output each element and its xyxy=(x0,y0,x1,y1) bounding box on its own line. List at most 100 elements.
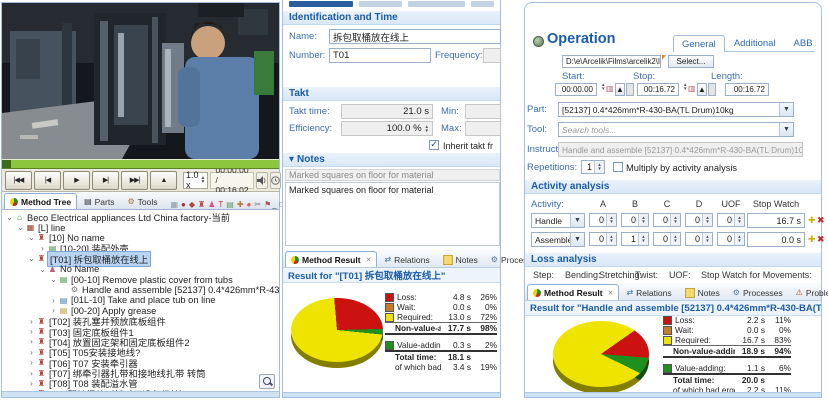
right-tab-relations[interactable]: ⇄Relations xyxy=(620,284,677,300)
expander-icon[interactable]: › xyxy=(27,369,36,378)
stop-time-field[interactable]: 00:16.72 xyxy=(637,83,679,96)
zoom-button[interactable] xyxy=(259,374,275,389)
collapse-icon[interactable]: ▾ xyxy=(289,154,294,165)
expander-icon[interactable]: › xyxy=(27,348,36,357)
tree-row[interactable]: ›♜[T05] T05安装接地线? xyxy=(2,347,279,357)
expander-icon[interactable]: › xyxy=(27,379,36,388)
activity-spinner[interactable]: 0▲▼ xyxy=(685,232,713,246)
tree-row[interactable]: ⌄▤[00-10] Remove plastic cover from tubs xyxy=(2,274,279,284)
expander-icon[interactable]: ⌄ xyxy=(38,265,47,274)
efficiency-spinner[interactable]: ▲▼ xyxy=(425,125,429,133)
close-icon[interactable]: ✕ xyxy=(366,256,372,264)
expander-icon[interactable]: › xyxy=(27,389,36,391)
activity-spinner[interactable]: 1▲▼ xyxy=(621,232,649,246)
part-combo[interactable]: [52137] 0.4*426mm*R-430-BA(TL Drum)10kg▼ xyxy=(558,102,794,117)
skip-to-end-button[interactable]: ▶▶| xyxy=(121,171,148,190)
expander-icon[interactable]: › xyxy=(27,337,36,346)
expander-icon[interactable]: ⌄ xyxy=(27,254,36,263)
stopwatch-field[interactable]: 0.0 s xyxy=(747,232,805,247)
flag-icon[interactable]: ⚑ xyxy=(264,201,271,209)
op-tab-abb[interactable]: ABB xyxy=(785,34,822,51)
document-icon[interactable]: ▤ xyxy=(226,201,234,209)
dot-icon[interactable]: ● xyxy=(247,201,252,209)
spinner-arrows[interactable]: ▲▼ xyxy=(638,233,648,245)
record-icon[interactable]: ● xyxy=(181,201,186,209)
person-icon[interactable]: ♟ xyxy=(208,201,215,209)
spinner-arrows[interactable]: ▲▼ xyxy=(702,233,712,245)
name-input[interactable]: 拆包取桶放在线上 xyxy=(329,29,501,44)
spinner-arrows[interactable]: ▲▼ xyxy=(606,214,616,226)
activity-spinner[interactable]: 0▲▼ xyxy=(653,232,681,246)
next-frame-button[interactable]: ▶| xyxy=(92,171,119,190)
activity-spinner[interactable]: 0▲▼ xyxy=(717,232,745,246)
stop-marker-button[interactable]: ▲ xyxy=(697,83,707,96)
clock-button[interactable] xyxy=(270,172,281,189)
chevron-down-icon[interactable]: ▼ xyxy=(570,214,584,227)
tree-row[interactable]: ⌄♜[10] No name xyxy=(2,233,279,243)
tree-row[interactable]: ›♜[T07] 绑牵引器扎带和接地线扎带 转筒 xyxy=(2,368,279,378)
video-seekbar[interactable] xyxy=(2,159,279,169)
tree-row[interactable]: ⚙Handle and assemble [52137] 0.4*426mm*R… xyxy=(2,285,279,295)
tree-row[interactable]: ›♜[T9] 翻转桶体（暂时用设备代替） xyxy=(2,389,279,391)
trolley-icon[interactable]: ♜ xyxy=(198,201,205,209)
multiply-checkbox[interactable] xyxy=(613,162,623,175)
video-player[interactable] xyxy=(2,3,279,159)
start-film-icon[interactable]: ▥ xyxy=(606,84,614,93)
text-icon[interactable]: T xyxy=(218,201,223,209)
spinner-arrows[interactable]: ▲▼ xyxy=(670,214,680,226)
expander-icon[interactable]: ⌄ xyxy=(27,233,36,242)
spinner-arrows[interactable]: ▲▼ xyxy=(702,214,712,226)
notes-textarea[interactable]: Marked squares on floor for material xyxy=(285,182,500,246)
spinner-arrows[interactable]: ▲▼ xyxy=(734,233,744,245)
volume-button[interactable] xyxy=(256,172,268,189)
activity-spinner[interactable]: 0▲▼ xyxy=(589,232,617,246)
right-tab-notes[interactable]: Notes xyxy=(679,284,726,300)
add-icon[interactable]: ✚ xyxy=(808,215,816,226)
activity-combo[interactable]: Handle▼ xyxy=(531,213,585,228)
speed-spinner[interactable]: ▲▼ xyxy=(201,176,206,184)
activity-spinner[interactable]: 0▲▼ xyxy=(653,213,681,227)
expander-icon[interactable]: › xyxy=(49,296,58,305)
spinner-arrows[interactable]: ▲▼ xyxy=(638,214,648,226)
skip-to-start-button[interactable]: |◀◀ xyxy=(5,171,32,190)
video-path-input[interactable]: D:\e\Arcelik\Films\arcelik2\IMGA0174.mp4 xyxy=(562,55,661,68)
hat-icon[interactable]: ◆ xyxy=(189,201,195,209)
efficiency-field[interactable]: 100.0 %▲▼ xyxy=(341,121,433,136)
tree-row[interactable]: ›♜[T02] 装孔塞并预放底板组件 xyxy=(2,316,279,326)
op-tab-general[interactable]: General xyxy=(673,35,725,52)
marker-button[interactable]: ▲ xyxy=(150,171,177,190)
repetitions-spinner[interactable]: 1▲▼ xyxy=(581,160,605,174)
add-icon[interactable]: ✚ xyxy=(237,201,244,209)
tool-combo[interactable]: Search tools...▼ xyxy=(558,122,794,137)
activity-spinner[interactable]: 0▲▼ xyxy=(685,213,713,227)
right-tab-problems[interactable]: ⚠Problems xyxy=(790,284,828,300)
frequency-input[interactable] xyxy=(483,48,501,63)
stop-film-icon[interactable]: ▥ xyxy=(688,84,696,93)
mid-tab-notes[interactable]: Notes xyxy=(437,251,484,267)
select-video-button[interactable]: Select... xyxy=(668,55,714,68)
previous-frame-button[interactable]: |◀ xyxy=(34,171,61,190)
start-spinner[interactable]: ▲▼ xyxy=(598,83,605,91)
op-tab-additional[interactable]: Additional xyxy=(725,34,785,51)
stop-spinner[interactable]: ▲▼ xyxy=(680,83,687,91)
mid-tab-relations[interactable]: ⇄Relations xyxy=(378,251,435,267)
expander-icon[interactable]: › xyxy=(38,244,47,253)
start-time-field[interactable]: 00:00.00 xyxy=(555,83,597,96)
notes-section-header[interactable]: ▾ Notes xyxy=(283,152,500,167)
activity-spinner[interactable]: 0▲▼ xyxy=(621,213,649,227)
activity-combo[interactable]: Assemble▼ xyxy=(531,232,585,247)
inherit-takt-checkbox[interactable]: ✓ xyxy=(429,139,439,150)
tree-row[interactable]: ⌄⌂Beco Electrical appliances Ltd China f… xyxy=(2,212,279,222)
close-icon[interactable]: ✕ xyxy=(608,289,614,297)
stopwatch-field[interactable]: 16.7 s xyxy=(747,213,805,228)
cut-icon[interactable]: ✂ xyxy=(254,201,261,209)
expander-icon[interactable]: ⌄ xyxy=(49,275,58,284)
play-button[interactable]: ▶ xyxy=(63,171,90,190)
grid-icon[interactable]: ▦ xyxy=(170,201,178,209)
delete-icon[interactable]: ✖ xyxy=(817,234,825,245)
spinner-arrows[interactable]: ▲▼ xyxy=(670,233,680,245)
tree-row[interactable]: ⌄♜[T01] 拆包取桶放在线上 xyxy=(2,254,279,264)
right-tab-method-result[interactable]: Method Result✕ xyxy=(527,284,619,300)
minimize-button[interactable]: _ xyxy=(272,200,276,209)
tree-row[interactable]: ›▤[01L-10] Take and place tub on line xyxy=(2,295,279,305)
